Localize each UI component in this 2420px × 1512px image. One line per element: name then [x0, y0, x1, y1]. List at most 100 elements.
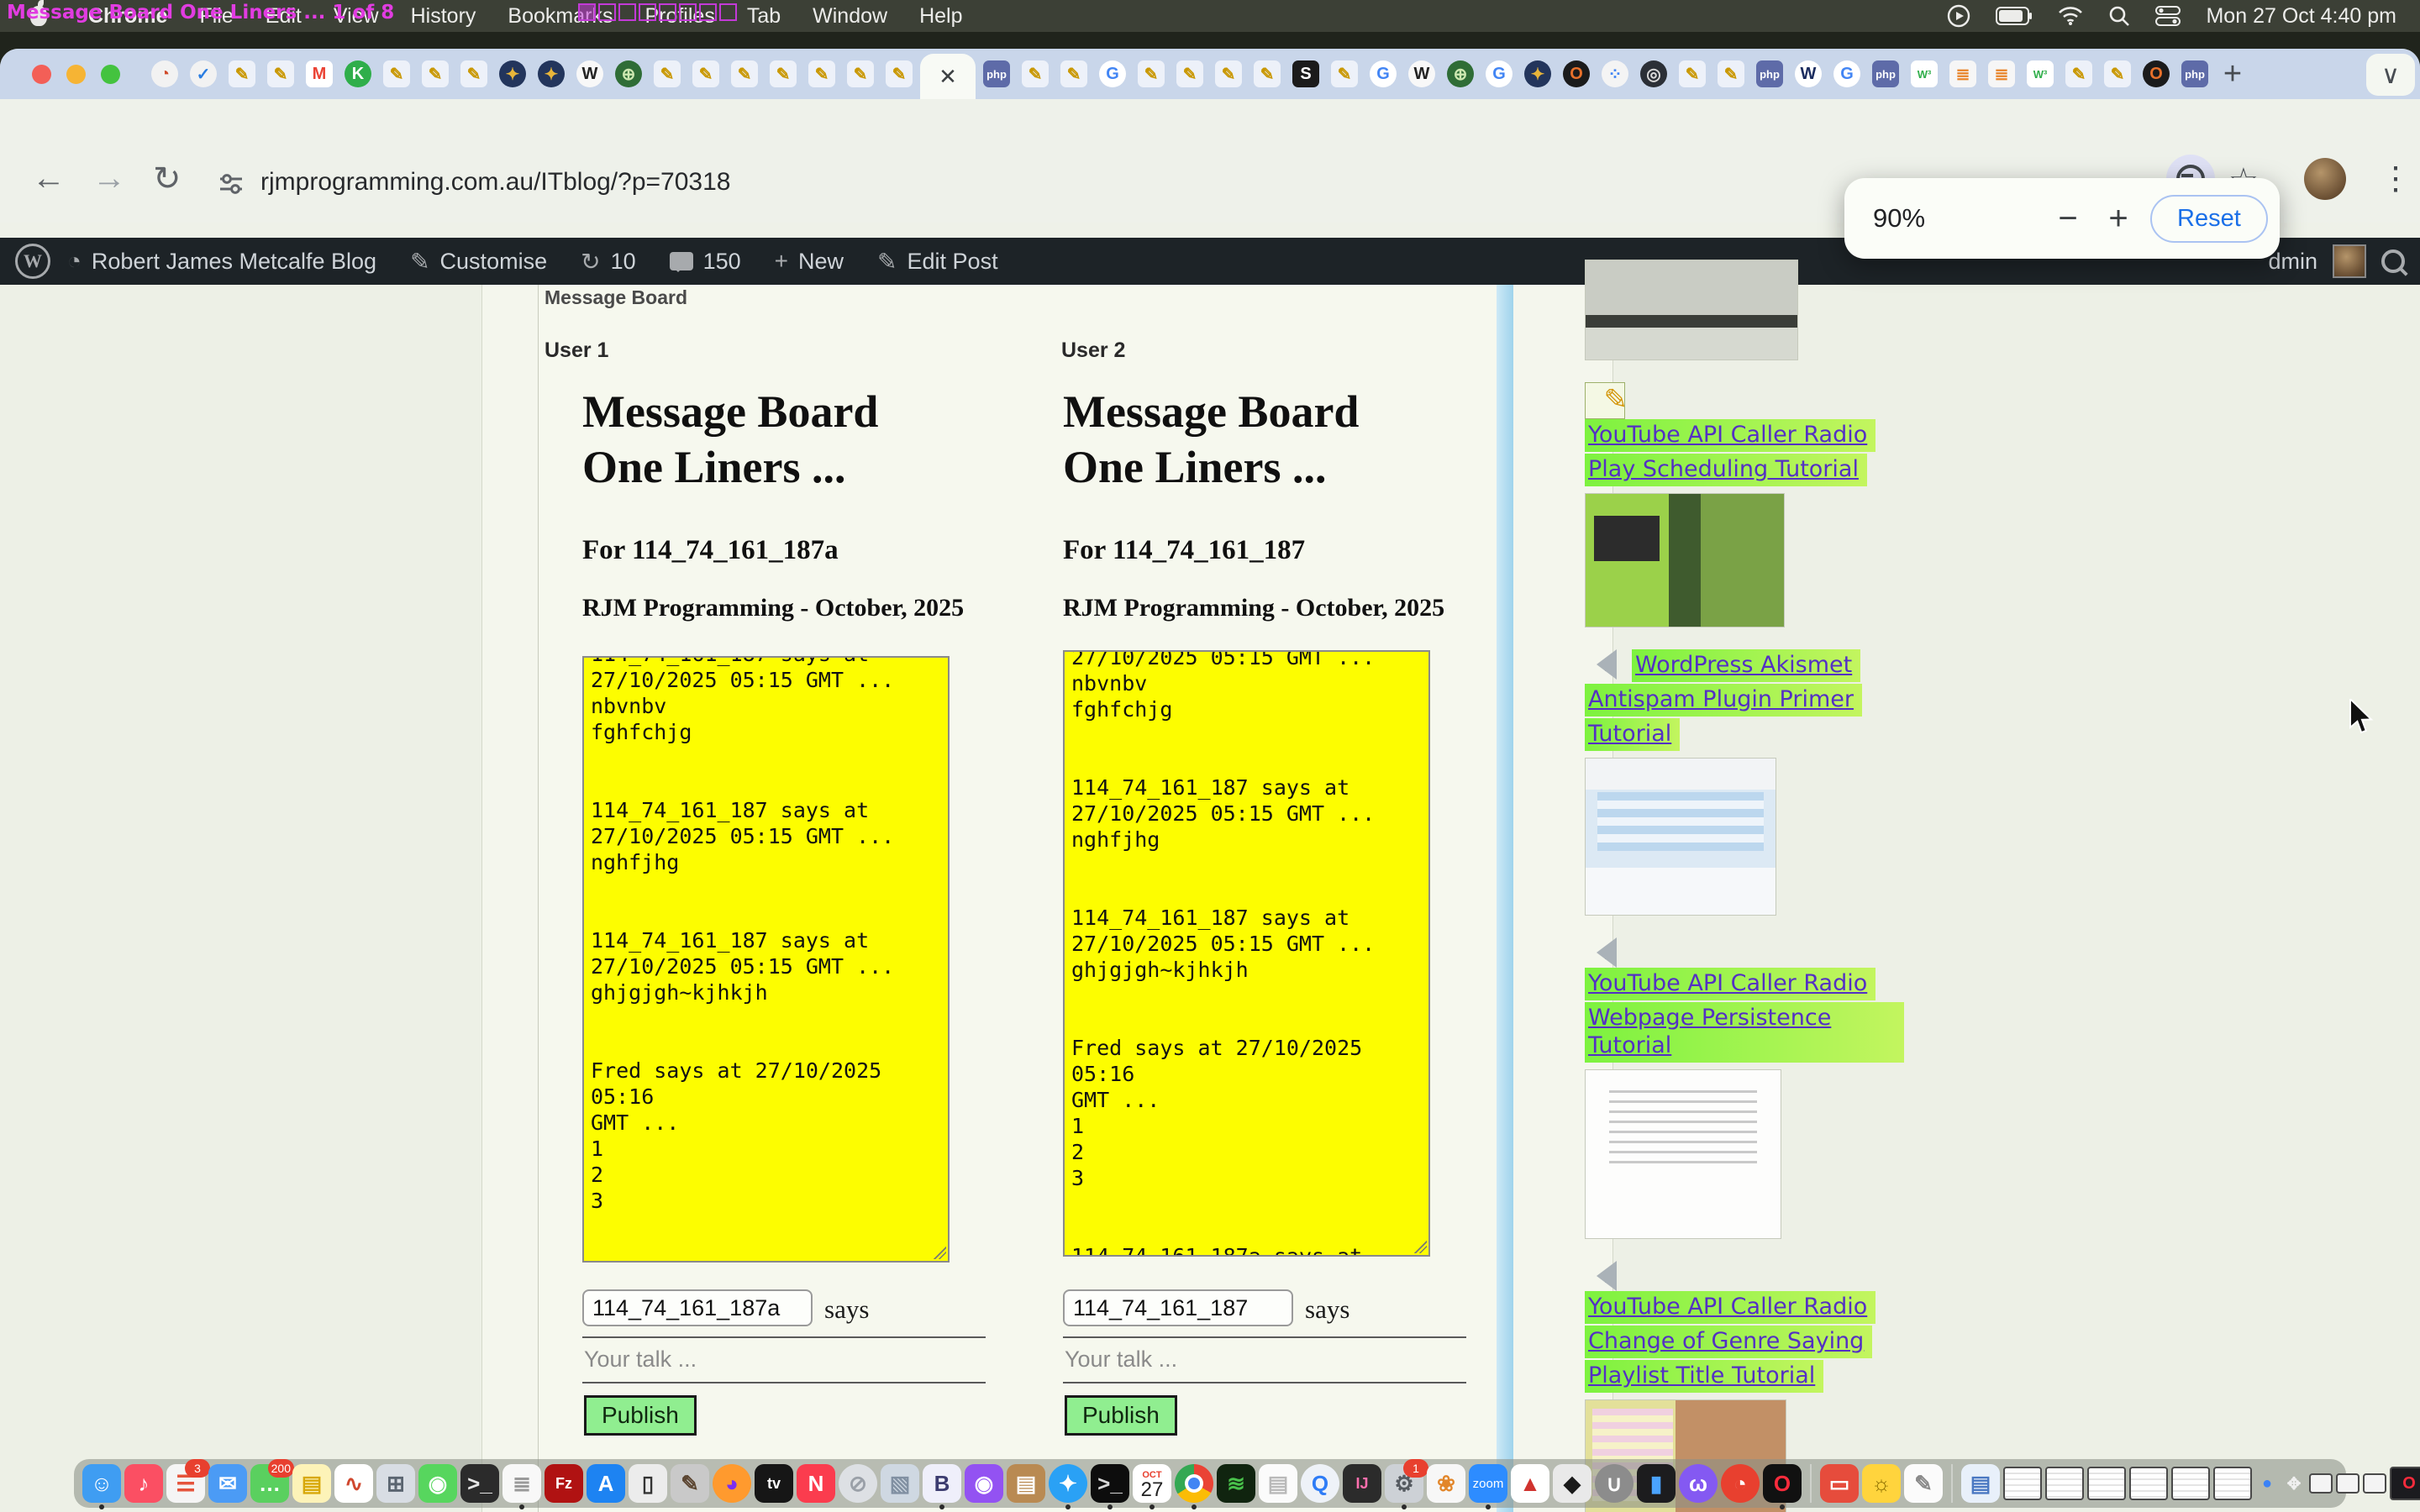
dock-reminders[interactable]: ☰3 [166, 1464, 205, 1503]
pinned-tab[interactable]: G [1480, 50, 1518, 97]
menu-history[interactable]: History [411, 4, 476, 29]
pinned-tab[interactable]: ✎ [2060, 50, 2098, 97]
dock-dark-terminal[interactable]: ≋ [1217, 1464, 1255, 1503]
post-thumbnail[interactable] [1585, 260, 1798, 360]
resize-grip-icon[interactable] [1412, 1238, 1427, 1253]
pinned-tab[interactable]: ✎ [223, 50, 261, 97]
pinned-tab[interactable]: W³ [2021, 50, 2060, 97]
pinned-tab[interactable]: ✎ [648, 50, 687, 97]
dock-mail[interactable]: ✉ [208, 1464, 247, 1503]
admin-bar-updates[interactable]: ↻10 [581, 248, 636, 276]
sidebar-post-link[interactable]: Play Scheduling Tutorial [1585, 454, 1867, 486]
publish-button[interactable]: Publish [1065, 1395, 1177, 1436]
dock-news[interactable]: N [797, 1464, 835, 1503]
dock-no-entry[interactable]: ⊘ [839, 1464, 877, 1503]
address-bar[interactable]: rjmprogramming.com.au/ITblog/?p=70318 [260, 168, 730, 197]
zoom-minus-button[interactable]: − [2043, 200, 2093, 238]
admin-avatar[interactable] [2333, 244, 2366, 278]
now-playing-icon[interactable] [1947, 4, 1970, 28]
dock-chrome[interactable] [1175, 1464, 1213, 1503]
active-tab[interactable]: ✕ [920, 54, 976, 99]
dock-safari[interactable]: ✦ [1049, 1464, 1087, 1503]
pinned-tab[interactable]: ✎ [1209, 50, 1248, 97]
dock-settings[interactable]: ⚙1 [1385, 1464, 1423, 1503]
dock-minimized-window[interactable] [2129, 1467, 2168, 1500]
pinned-tab[interactable]: ✎ [1325, 50, 1364, 97]
pinned-tab[interactable]: ◎ [1634, 50, 1673, 97]
pinned-tab[interactable]: ✎ [1673, 50, 1712, 97]
zoom-plus-button[interactable]: + [2093, 200, 2144, 238]
pinned-tab[interactable]: O [1557, 50, 1596, 97]
pinned-tab[interactable]: ✎ [261, 50, 300, 97]
dock-books[interactable]: ▤ [1007, 1464, 1045, 1503]
messages-textarea[interactable]: 114_74_161_187 says at 27/10/2025 05:15 … [1063, 650, 1430, 1257]
menu-help[interactable]: Help [919, 4, 962, 29]
pinned-tab[interactable]: M [300, 50, 339, 97]
talk-input[interactable] [582, 1341, 981, 1377]
pinned-tab[interactable]: ✎ [1171, 50, 1209, 97]
dock-mini-light[interactable]: ✥ [2282, 1472, 2306, 1495]
dock-facetime[interactable]: ◉ [418, 1464, 457, 1503]
reload-button[interactable]: ↻ [153, 160, 182, 198]
publish-button[interactable]: Publish [584, 1395, 697, 1436]
sidebar-post-link[interactable]: Playlist Title Tutorial [1585, 1360, 1823, 1393]
dock-pages[interactable]: ✎ [1904, 1464, 1943, 1503]
dock-cards[interactable]: ▭ [1820, 1464, 1859, 1503]
pinned-tab[interactable]: ✎ [841, 50, 880, 97]
post-thumbnail[interactable] [1585, 1069, 1781, 1239]
sidebar-post-link[interactable]: WordPress Akismet [1632, 649, 1860, 682]
pinned-tab[interactable]: ✎ [1248, 50, 1286, 97]
dock-freeform[interactable]: ∿ [334, 1464, 373, 1503]
pinned-tab[interactable]: ✓ [184, 50, 223, 97]
chrome-menu-icon[interactable]: ⋮ [2380, 160, 2412, 197]
pinned-tab[interactable]: ✎ [455, 50, 493, 97]
name-input[interactable] [1063, 1289, 1293, 1326]
pinned-tab[interactable]: ✎ [2098, 50, 2137, 97]
pinned-tab[interactable]: G [1093, 50, 1132, 97]
close-window-button[interactable] [32, 65, 51, 84]
new-tab-button[interactable]: + [2214, 55, 2251, 92]
dock-filezilla[interactable]: Fz [544, 1464, 583, 1503]
resize-grip-icon[interactable] [931, 1244, 946, 1259]
pinned-tab[interactable]: W [1402, 50, 1441, 97]
control-center-icon[interactable] [2155, 5, 2181, 27]
dock-mini-blue[interactable]: ● [2255, 1472, 2279, 1495]
pinned-tab[interactable]: ✎ [1712, 50, 1750, 97]
pinned-tab[interactable]: G [1364, 50, 1402, 97]
dock-calendar[interactable]: OCT27 [1133, 1464, 1171, 1503]
sidebar-post-link[interactable]: Antispam Plugin Primer [1585, 684, 1862, 717]
dock-firefox[interactable]: ◕ [713, 1464, 751, 1503]
messages-textarea[interactable]: 114_74_161_187 says at 27/10/2025 05:15 … [582, 656, 950, 1263]
sidebar-post-link[interactable]: YouTube API Caller Radio [1585, 419, 1876, 452]
fullscreen-window-button[interactable] [101, 65, 120, 84]
dock-zoom[interactable]: zoom [1469, 1464, 1507, 1503]
dock-cat[interactable]: ω [1679, 1464, 1718, 1503]
pinned-tab[interactable]: ✎ [1016, 50, 1055, 97]
tab-search-chevron-button[interactable]: ∨ [2366, 54, 2415, 96]
pinned-tab[interactable]: ✎ [377, 50, 416, 97]
pinned-tab[interactable]: ⁘ [1596, 50, 1634, 97]
name-input[interactable] [582, 1289, 813, 1326]
dock-apple-tv[interactable]: tv [755, 1464, 793, 1503]
pinned-tab[interactable]: O [2137, 50, 2175, 97]
close-tab-icon[interactable]: ✕ [939, 64, 957, 90]
pinned-tab[interactable]: ⊕ [1441, 50, 1480, 97]
pinned-tab[interactable]: php [977, 50, 1016, 97]
dock-quicktime[interactable]: Q [1301, 1464, 1339, 1503]
post-thumbnail[interactable] [1585, 758, 1776, 916]
site-info-icon[interactable] [217, 170, 245, 202]
pinned-tab[interactable]: K [339, 50, 377, 97]
wifi-icon[interactable] [2058, 6, 2083, 26]
dock-opera[interactable]: O [1763, 1464, 1802, 1503]
minimize-window-button[interactable] [66, 65, 86, 84]
admin-bar-new[interactable]: +New [775, 248, 844, 275]
pinned-tab[interactable]: S [1286, 50, 1325, 97]
admin-bar-comments[interactable]: 150 [670, 249, 741, 275]
pinned-tab[interactable]: ◔ [145, 50, 184, 97]
pinned-tab[interactable]: ✎ [1132, 50, 1171, 97]
dock-podcasts[interactable]: ◉ [965, 1464, 1003, 1503]
talk-input[interactable] [1063, 1341, 1461, 1377]
pinned-tab[interactable]: php [2175, 50, 2214, 97]
dock-intellij[interactable]: IJ [1343, 1464, 1381, 1503]
wordpress-logo-icon[interactable]: W [15, 244, 50, 279]
